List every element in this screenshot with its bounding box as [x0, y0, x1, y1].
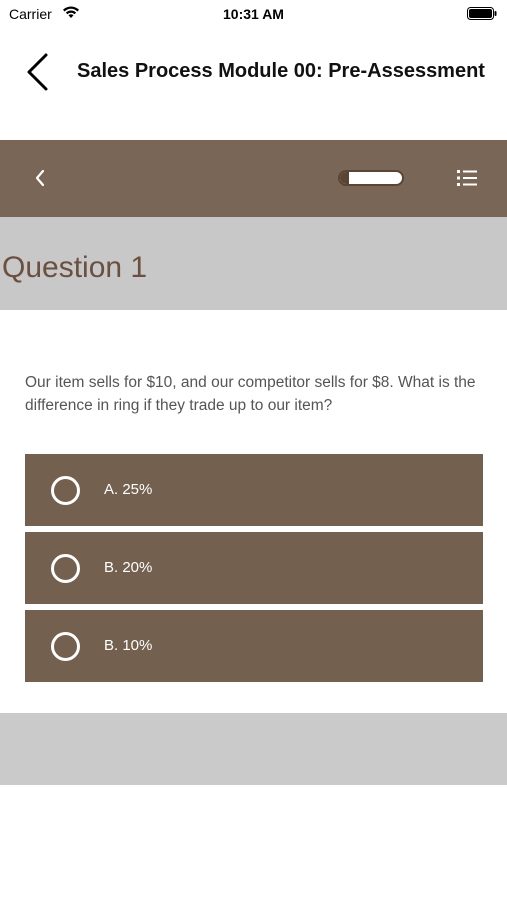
- question-title: Question 1: [2, 251, 148, 284]
- answer-option-label: A. 25%: [104, 481, 153, 498]
- status-time: 10:31 AM: [223, 6, 284, 22]
- question-header: Question 1: [0, 217, 507, 310]
- progress-bar: [338, 170, 404, 186]
- answer-option-label: B. 10%: [104, 637, 153, 654]
- list-icon[interactable]: [455, 167, 479, 189]
- radio-button[interactable]: [51, 554, 80, 583]
- page-title: Sales Process Module 00: Pre-Assessment: [77, 60, 485, 82]
- question-text: Our item sells for $10, and our competit…: [25, 374, 476, 414]
- question-toolbar: [0, 140, 507, 217]
- answer-option-label: B. 20%: [104, 559, 153, 576]
- answer-option-a[interactable]: A. 25%: [25, 454, 483, 526]
- radio-button[interactable]: [51, 632, 80, 661]
- back-button[interactable]: [24, 52, 52, 92]
- answer-option-b[interactable]: B. 20%: [25, 532, 483, 604]
- radio-button[interactable]: [51, 476, 80, 505]
- answer-option-c[interactable]: B. 10%: [25, 610, 483, 682]
- progress-fill: [340, 172, 350, 184]
- navigation-bar: Sales Process Module 00: Pre-Assessment: [0, 36, 507, 106]
- previous-question-button[interactable]: [30, 166, 50, 190]
- footer-band: [0, 713, 507, 785]
- status-bar: Carrier 10:31 AM: [0, 0, 507, 28]
- battery-icon: [467, 7, 497, 20]
